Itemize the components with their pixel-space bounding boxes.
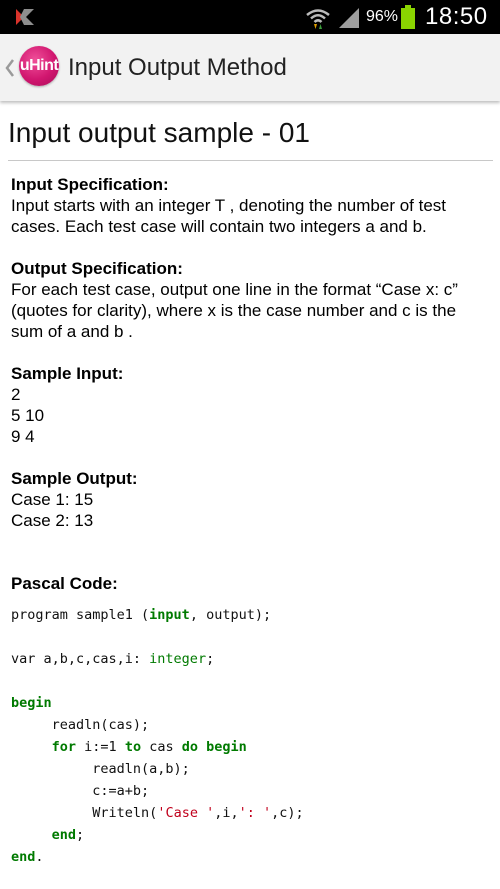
page-title: Input output sample - 01 — [8, 117, 310, 148]
battery-percent: 96% — [366, 8, 399, 25]
output-spec-text: sum of a and b . — [11, 322, 133, 341]
code-line: var a,b,c,cas,i: integer; — [11, 651, 215, 667]
code-line: readln(a,b); — [11, 761, 190, 777]
code-line: readln(cas); — [11, 717, 150, 733]
battery-icon — [401, 5, 415, 29]
action-bar: uHint Input Output Method — [0, 34, 500, 101]
output-spec-heading: Output Specification: — [11, 259, 183, 278]
app-icon-label: uHint — [19, 57, 59, 74]
sample-input-line: 2 — [11, 385, 21, 404]
input-spec-text: Input starts with an integer T , denotin… — [11, 196, 447, 215]
app-icon[interactable]: uHint — [19, 46, 59, 86]
back-chevron-icon[interactable] — [4, 58, 16, 78]
clock: 18:50 — [425, 3, 488, 30]
output-spec-text: (quotes for clarity), where x is the cas… — [11, 301, 457, 320]
sample-output-heading: Sample Output: — [11, 469, 138, 488]
divider — [8, 160, 493, 161]
kaspersky-icon — [16, 9, 34, 25]
wifi-icon — [306, 9, 330, 29]
code-line: c:=a+b; — [11, 783, 150, 799]
sample-output-line: Case 1: 15 — [11, 490, 94, 509]
code-block: program sample1 (input, output); var a,b… — [11, 604, 496, 868]
code-line: end; — [51, 827, 85, 843]
code-line: program sample1 (input, output); — [11, 607, 272, 623]
code-line: Writeln('Case ',i,': ',c); — [11, 805, 304, 821]
code-line: end. — [11, 849, 44, 865]
code-heading: Pascal Code: — [11, 574, 118, 593]
code-line: for i:=1 to cas do begin — [51, 739, 247, 755]
sample-input-line: 9 4 — [11, 427, 35, 446]
action-bar-title: Input Output Method — [68, 54, 287, 81]
sample-input-heading: Sample Input: — [11, 364, 124, 383]
sample-output-line: Case 2: 13 — [11, 511, 94, 530]
sample-input-line: 5 10 — [11, 406, 45, 425]
code-line: begin — [11, 695, 52, 711]
signal-icon — [339, 8, 359, 28]
problem-description: Input Specification: Input starts with a… — [11, 174, 491, 594]
input-spec-text: cases. Each test case will contain two i… — [11, 217, 427, 236]
status-bar: 96% 18:50 — [0, 0, 500, 34]
output-spec-text: For each test case, output one line in t… — [11, 280, 458, 299]
input-spec-heading: Input Specification: — [11, 175, 169, 194]
